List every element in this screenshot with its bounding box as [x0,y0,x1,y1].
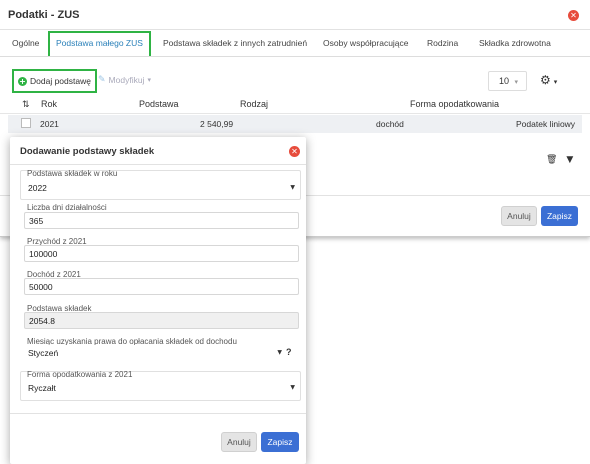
row-base: 2 540,99 [200,119,234,129]
month-value: Styczeń [28,348,59,358]
row-checkbox[interactable] [21,118,31,128]
base-readonly-field: 2054.8 [24,312,299,329]
add-base-button[interactable]: + Dodaj podstawę [12,69,97,93]
page-size-value: 10 [499,76,510,86]
add-base-dialog-footer: Anuluj Zapisz [10,413,306,464]
chevron-down-icon: ▾ [514,78,519,86]
tab-general[interactable]: Ogólne [12,31,39,57]
add-base-label: Dodaj podstawę [30,76,91,86]
taxform-label: Forma opodatkowania z 2021 [27,370,133,379]
inner-close-icon[interactable]: ✕ [289,146,300,157]
column-tax-form[interactable]: Forma opodatkowania [410,99,499,109]
help-icon[interactable]: ? [286,347,292,357]
chevron-down-icon: ▾ [147,76,151,84]
plus-circle-icon: + [18,76,27,86]
gears-icon: ⚙ [540,73,551,87]
chevron-down-icon: ▾ [553,78,558,86]
row-year: 2021 [40,119,59,129]
toolbar: + Dodaj podstawę ✎ Modyfikuj ▾ 10 ▾ ⚙ ▾ [0,69,590,95]
year-label: Podstawa składek w roku [27,169,118,178]
days-value: 365 [29,216,44,226]
inner-cancel-button[interactable]: Anuluj [221,432,257,452]
outer-cancel-button[interactable]: Anuluj [501,206,537,226]
tab-other-employment[interactable]: Podstawa składek z innych zatrudnień [163,31,307,57]
profit-value: 50000 [29,282,53,292]
column-type[interactable]: Rodzaj [240,99,268,109]
filter-icon[interactable]: ▼ [566,155,573,165]
tab-health-contribution[interactable]: Składka zdrowotna [479,31,551,57]
row-tax-form: Podatek liniowy [516,119,576,129]
income-value: 100000 [29,249,58,259]
outer-close-icon[interactable]: ✕ [568,10,579,21]
days-input[interactable]: 365 [24,212,299,229]
chevron-down-icon: ▼ [290,384,295,391]
modify-button[interactable]: ✎ Modyfikuj ▾ [98,75,151,85]
taxform-select[interactable]: Ryczałt ▼ [24,380,299,397]
base-value: 2054.8 [29,316,55,326]
outer-save-button[interactable]: Zapisz [541,206,578,226]
month-select[interactable]: Styczeń ▼ [24,345,286,362]
days-label: Liczba dni działalności [27,203,107,212]
add-base-dialog-title: Dodawanie podstawy składek [10,137,306,165]
sort-icon[interactable]: ⇅ [22,99,30,110]
profit-input[interactable]: 50000 [24,278,299,295]
table-row[interactable]: 2021 2 540,99 dochód Podatek liniowy [8,115,582,133]
tab-family[interactable]: Rodzina [427,31,458,57]
table-header: ⇅ Rok Podstawa Rodzaj Forma opodatkowani… [0,96,590,114]
inner-save-button[interactable]: Zapisz [261,432,299,452]
tab-bar: Ogólne Podstawa małego ZUS Podstawa skła… [0,31,590,57]
column-base[interactable]: Podstawa [139,99,179,109]
outer-dialog-title: Podatki - ZUS [8,8,80,21]
page-size-select[interactable]: 10 ▾ [488,71,527,91]
edit-icon: ✎ [98,75,106,85]
year-value: 2022 [28,183,47,193]
row-type: dochód [376,119,404,129]
chevron-down-icon: ▼ [290,184,295,191]
settings-menu-button[interactable]: ⚙ ▾ [540,73,557,87]
add-base-dialog: Dodawanie podstawy składek ✕ Podstawa sk… [10,137,306,464]
column-year[interactable]: Rok [41,99,57,109]
table-tools: 🗑 ▼ [546,155,573,165]
chevron-down-icon: ▼ [277,349,282,356]
tab-small-zus-base[interactable]: Podstawa małego ZUS [48,31,151,56]
modify-label: Modyfikuj [108,75,145,85]
income-input[interactable]: 100000 [24,245,299,262]
trash-icon[interactable]: 🗑 [546,155,557,165]
year-select[interactable]: 2022 ▼ [24,180,299,197]
outer-dialog-header: Podatki - ZUS [0,0,590,30]
taxform-value: Ryczałt [28,383,56,393]
tab-cooperating-persons[interactable]: Osoby współpracujące [323,31,409,57]
